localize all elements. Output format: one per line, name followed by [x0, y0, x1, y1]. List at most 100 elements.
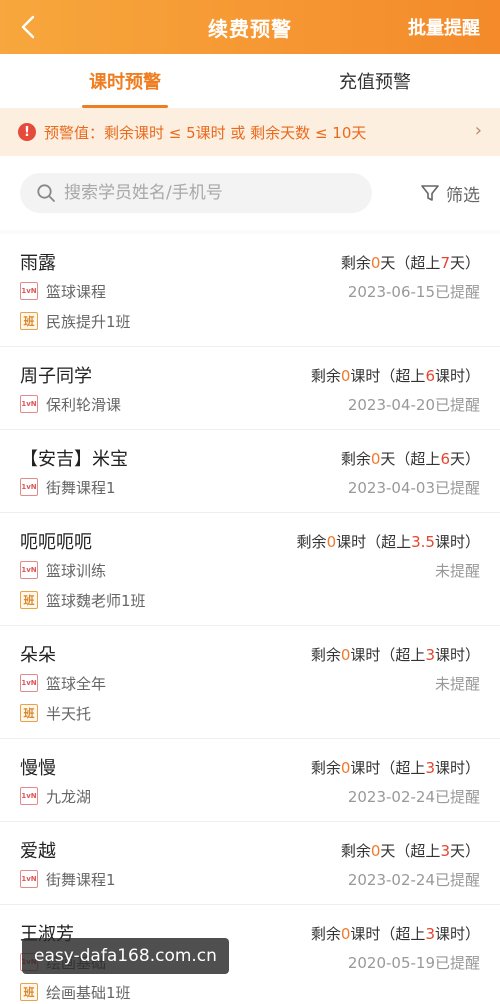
back-chevron-icon[interactable]: [14, 12, 44, 42]
top-bar: 续费预警 批量提醒: [0, 0, 500, 54]
remain-prefix: 剩余: [340, 841, 371, 860]
course-info: 1vN 街舞课程1: [20, 477, 116, 498]
filter-icon: [421, 185, 439, 201]
batch-remind-button[interactable]: 批量提醒: [408, 14, 480, 40]
remain-unit: 课时（超上: [350, 924, 426, 943]
class-group-icon: 班: [20, 591, 38, 609]
course-row: 班绘画基础1班: [20, 977, 480, 1004]
course-row: 1vN 街舞课程1 2023-04-03已提醒: [20, 472, 480, 502]
course-info: 1vN 篮球全年: [20, 673, 106, 694]
remind-status: 2023-06-15已提醒: [347, 282, 480, 301]
over-number: 3: [425, 758, 435, 777]
remaining-summary: 剩余0课时（超上3课时）: [311, 757, 480, 778]
remaining-summary: 剩余0课时（超上3.5课时）: [297, 531, 480, 552]
course-name: 半天托: [46, 704, 92, 723]
one-to-many-icon: 1vN: [20, 870, 38, 888]
student-card[interactable]: 爱越 剩余0天（超上3天） 1vN 街舞课程1 2023-02-24已提醒: [0, 822, 500, 905]
student-name: 慢慢: [20, 758, 56, 779]
remain-prefix: 剩余: [340, 253, 371, 272]
remind-status: 2023-04-03已提醒: [347, 478, 480, 497]
remain-number: 0: [340, 366, 351, 385]
student-header-row: 呃呃呃呃 剩余0课时（超上3.5课时）: [20, 527, 480, 555]
over-unit: 课时）: [434, 924, 480, 943]
student-card[interactable]: 朵朵 剩余0课时（超上3课时） 1vN 篮球全年 未提醒班半天托: [0, 626, 500, 739]
student-card[interactable]: 呃呃呃呃 剩余0课时（超上3.5课时） 1vN 篮球训练 未提醒班篮球魏老师1班: [0, 513, 500, 626]
over-number: 3: [425, 645, 435, 664]
student-card[interactable]: 雨露 剩余0天（超上7天） 1vN 篮球课程 2023-06-15已提醒班民族提升1班: [0, 234, 500, 347]
remaining-summary: 剩余0天（超上7天）: [341, 252, 480, 273]
course-row: 1vN 篮球训练 未提醒: [20, 555, 480, 585]
course-name: 九龙湖: [46, 787, 92, 806]
course-name: 篮球魏老师1班: [46, 591, 146, 610]
course-row: 班篮球魏老师1班: [20, 585, 480, 615]
search-box[interactable]: [20, 173, 372, 213]
remain-unit: 天（超上: [380, 253, 441, 272]
remain-unit: 课时（超上: [350, 645, 426, 664]
course-info: 班篮球魏老师1班: [20, 590, 146, 611]
tab-class-hour-warning[interactable]: 课时预警: [0, 54, 250, 108]
remind-status: 未提醒: [434, 561, 480, 580]
student-name: 呃呃呃呃: [20, 532, 92, 553]
student-name: 朵朵: [20, 645, 56, 666]
remain-unit: 课时（超上: [350, 366, 426, 385]
over-unit: 课时）: [434, 532, 480, 551]
one-to-many-icon: 1vN: [20, 395, 38, 413]
search-bar: 筛选: [0, 156, 500, 230]
over-unit: 天）: [449, 841, 480, 860]
over-unit: 课时）: [434, 645, 480, 664]
one-to-many-icon: 1vN: [20, 674, 38, 692]
tab-recharge-warning[interactable]: 充值预警: [250, 54, 500, 108]
one-to-many-icon: 1vN: [20, 478, 38, 496]
student-card[interactable]: 周子同学 剩余0课时（超上6课时） 1vN 保利轮滑课 2023-04-20已提醒: [0, 347, 500, 430]
student-list: 雨露 剩余0天（超上7天） 1vN 篮球课程 2023-06-15已提醒班民族提升1班周…: [0, 234, 500, 1004]
over-number: 7: [440, 253, 450, 272]
remind-status: 2023-02-24已提醒: [347, 787, 480, 806]
search-icon: [37, 184, 55, 202]
student-name: 爱越: [20, 841, 56, 862]
remaining-summary: 剩余0天（超上3天）: [341, 840, 480, 861]
course-name: 保利轮滑课: [46, 395, 122, 414]
remain-prefix: 剩余: [310, 758, 341, 777]
student-card[interactable]: 【安吉】米宝 剩余0天（超上6天） 1vN 街舞课程1 2023-04-03已提醒: [0, 430, 500, 513]
remind-status: 2023-04-20已提醒: [347, 395, 480, 414]
one-to-many-icon: 1vN: [20, 282, 38, 300]
course-row: 1vN 街舞课程1 2023-02-24已提醒: [20, 864, 480, 894]
course-info: 1vN 保利轮滑课: [20, 394, 121, 415]
warning-threshold-text: 预警值：剩余课时 ≤ 5课时 或 剩余天数 ≤ 10天: [44, 123, 367, 142]
remain-number: 0: [326, 532, 337, 551]
over-unit: 课时）: [434, 758, 480, 777]
warning-icon: !: [18, 123, 36, 141]
filter-button[interactable]: 筛选: [420, 181, 480, 206]
one-to-many-icon: 1vN: [20, 561, 38, 579]
class-group-icon: 班: [20, 983, 38, 1001]
course-row: 班民族提升1班: [20, 306, 480, 336]
course-info: 班绘画基础1班: [20, 982, 131, 1003]
search-input[interactable]: [64, 183, 344, 203]
course-name: 街舞课程1: [46, 870, 116, 889]
course-name: 篮球课程: [46, 282, 107, 301]
remain-number: 0: [370, 841, 381, 860]
remain-prefix: 剩余: [340, 449, 371, 468]
over-unit: 课时）: [434, 366, 480, 385]
student-header-row: 周子同学 剩余0课时（超上6课时）: [20, 361, 480, 389]
remain-unit: 天（超上: [380, 449, 441, 468]
remain-unit: 天（超上: [380, 841, 441, 860]
course-info: 班半天托: [20, 703, 91, 724]
remain-number: 0: [340, 645, 351, 664]
student-card[interactable]: 慢慢 剩余0课时（超上3课时） 1vN 九龙湖 2023-02-24已提醒: [0, 739, 500, 822]
remain-unit: 课时（超上: [336, 532, 412, 551]
student-header-row: 慢慢 剩余0课时（超上3课时）: [20, 753, 480, 781]
watermark-text: easy-dafa168.com.cn: [22, 938, 229, 974]
over-number: 3.5: [411, 532, 435, 551]
student-header-row: 雨露 剩余0天（超上7天）: [20, 248, 480, 276]
remaining-summary: 剩余0天（超上6天）: [341, 448, 480, 469]
remain-unit: 课时（超上: [350, 758, 426, 777]
chevron-right-icon: ›: [474, 120, 482, 141]
warning-threshold-banner[interactable]: ! 预警值：剩余课时 ≤ 5课时 或 剩余天数 ≤ 10天 ›: [0, 108, 500, 156]
course-info: 1vN 篮球课程: [20, 281, 106, 302]
student-header-row: 爱越 剩余0天（超上3天）: [20, 836, 480, 864]
course-row: 1vN 保利轮滑课 2023-04-20已提醒: [20, 389, 480, 419]
over-number: 3: [425, 924, 435, 943]
remind-status: 未提醒: [434, 674, 480, 693]
student-name: 【安吉】米宝: [20, 449, 128, 470]
